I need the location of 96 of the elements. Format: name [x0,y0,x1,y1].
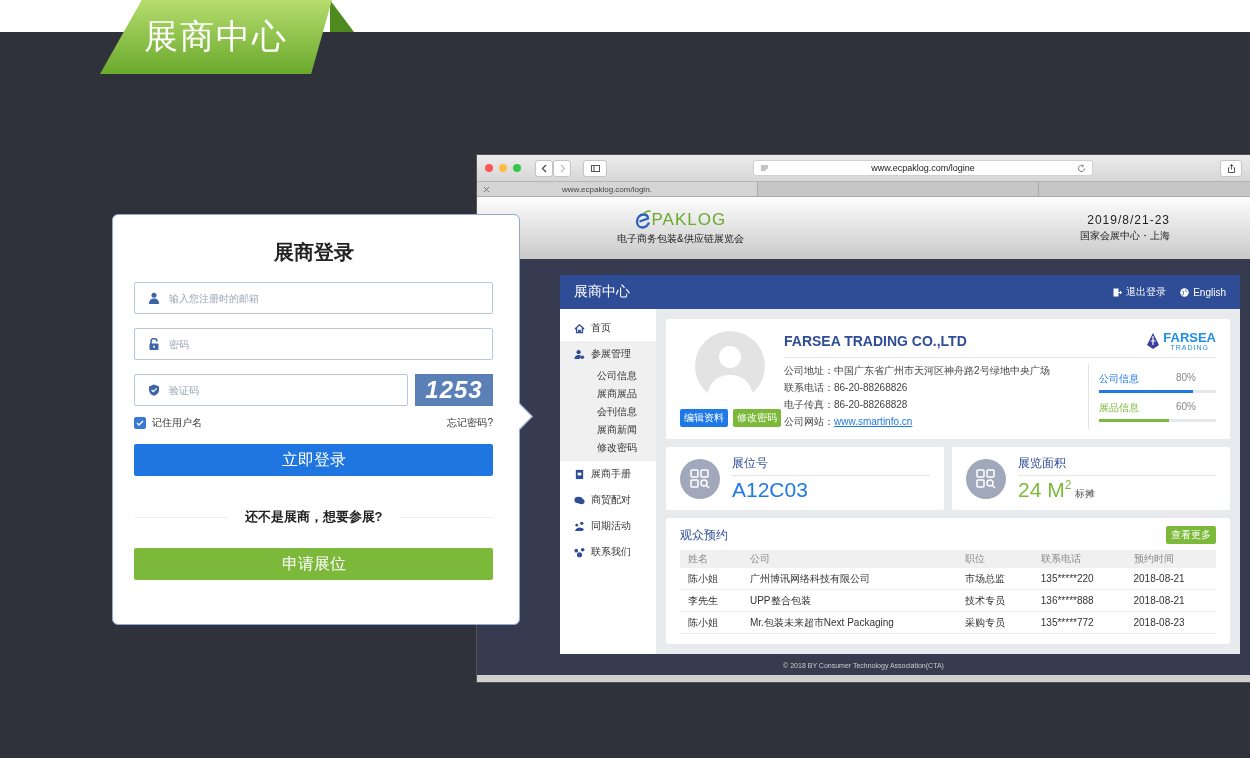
sidebar-subitem[interactable]: 展商新闻 [560,421,656,439]
brand-logo-icon [1146,332,1161,350]
remember-label: 记住用户名 [152,416,202,430]
brand-name: FARSEA [1163,331,1216,344]
bookings-title: 观众预约 [680,526,728,544]
company-detail: 电子传真：86-20-88268828 [784,398,909,412]
chevron-left-icon [539,163,549,173]
column-header: 姓名 [680,550,742,568]
event-venue: 国家会展中心・上海 [1080,229,1170,243]
edit-profile-button[interactable]: 编辑资料 [679,409,728,427]
globe-icon [1180,287,1190,297]
stat-value: A12C03 [732,478,808,502]
share-icon [1226,163,1236,173]
logo-e-icon [634,210,652,230]
table-cell: 陈小姐 [680,611,742,634]
table-cell: 2018-08-21 [1125,589,1216,612]
table-cell: 广州博讯网络科技有限公司 [741,568,958,590]
grid-search-icon [680,458,720,499]
password-field[interactable]: 密码 [134,328,493,360]
language-link[interactable]: English [1180,285,1226,299]
progress-label: 展品信息 [1099,400,1139,415]
close-icon[interactable] [485,164,493,172]
home-icon [574,322,585,334]
column-header: 公司 [741,550,958,568]
chat-icon [574,494,585,506]
logo-subtitle: 电子商务包装&供应链展览会 [617,232,744,246]
table-cell: 李先生 [680,589,742,612]
sidebar-icon [590,163,600,173]
dashboard-title: 展商中心 [574,283,630,301]
table-cell: 采购专员 [957,611,1033,634]
sidebar-subitem[interactable]: 会刊信息 [560,403,656,421]
lock-icon [148,338,160,350]
table-cell: 2018-08-23 [1125,611,1216,634]
website-link[interactable]: www.smartinfo.cn [834,416,913,427]
sidebar-item[interactable]: 参展管理 [560,341,656,367]
avatar-icon [695,331,765,401]
address-bar[interactable]: www.ecpaklog.com/logine [753,160,1093,176]
sidebar-subitem[interactable]: 展商展品 [560,385,656,403]
login-title: 展商登录 [272,240,355,265]
company-detail: 公司地址：中国广东省广州市天河区神舟路2号绿地中央广场 [784,364,1051,378]
table-cell: 技术专员 [957,589,1033,612]
logout-icon [1113,287,1123,297]
event-date: 2019/8/21-23 [1087,213,1170,227]
sidebar-subitem[interactable]: 公司信息 [560,367,656,385]
close-icon[interactable] [483,185,490,193]
grid-search-icon [966,458,1006,499]
remember-checkbox[interactable] [134,417,146,429]
stat-value: 24 M$^{2}$ [1018,478,1072,502]
browser-tab[interactable]: www.ecpaklog.com/login. [477,182,758,196]
sidebar-item[interactable]: 联系我们 [560,539,656,565]
table-cell: Mr.包装未来超市Next Packaging [741,611,958,634]
progress-label: 公司信息 [1099,371,1139,386]
column-header: 职位 [957,550,1033,568]
stat-label: 展位号 [732,455,930,476]
user-icon [148,292,160,304]
sidebar-button[interactable] [583,159,607,177]
maximize-icon[interactable] [513,164,521,172]
back-button[interactable] [535,159,553,177]
table-cell: UPP整合包装 [741,589,958,612]
table-cell: 2018-08-21 [1125,568,1216,590]
table-cell: 135*****772 [1032,611,1126,634]
company-detail: 联系电话：86-20-88268826 [784,381,909,395]
banner-title: 展商中心 [144,16,288,57]
stat-unit: 标摊 [1075,487,1096,501]
company-detail: 公司网站：www.smartinfo.cn [784,415,914,429]
reader-icon[interactable] [760,163,769,173]
login-button[interactable]: 立即登录 [134,444,493,476]
email-field[interactable]: 输入您注册时的邮箱 [134,282,493,314]
captcha-field[interactable]: 验证码 [134,374,408,406]
progress-reading: 60% [1176,400,1196,414]
people-icon [574,520,585,532]
reload-icon[interactable] [1077,163,1086,173]
sidebar-item[interactable]: 同期活动 [560,513,656,539]
sidebar-item[interactable]: 商贸配对 [560,487,656,513]
book-icon [574,468,585,480]
column-header: 预约时间 [1125,550,1216,568]
logo-text: PAKLOG [651,210,727,230]
logout-link[interactable]: 退出登录 [1113,285,1167,299]
progress-reading: 80% [1176,371,1196,385]
shield-icon [148,384,160,396]
forgot-password-link[interactable]: 忘记密码? [447,416,493,430]
network-icon [574,546,585,558]
sidebar-item[interactable]: 首页 [560,315,656,341]
table-cell: 135*****220 [1032,568,1126,590]
user-gear-icon [574,348,585,360]
column-header: 联系电话 [1032,550,1126,568]
sidebar-subitem[interactable]: 修改密码 [560,439,656,457]
captcha-image[interactable]: 1253 [415,374,493,406]
sidebar-item[interactable]: 展商手册 [560,461,656,487]
table-cell: 136*****888 [1032,589,1126,612]
company-name: FARSEA TRADING CO.,LTD [784,333,967,349]
share-button[interactable] [1220,159,1242,177]
table-cell: 陈小姐 [680,568,742,590]
table-cell: 市场总监 [957,568,1033,590]
stat-label: 展览面积 [1018,455,1216,476]
signup-prompt: 还不是展商，想要参展? [244,508,383,526]
